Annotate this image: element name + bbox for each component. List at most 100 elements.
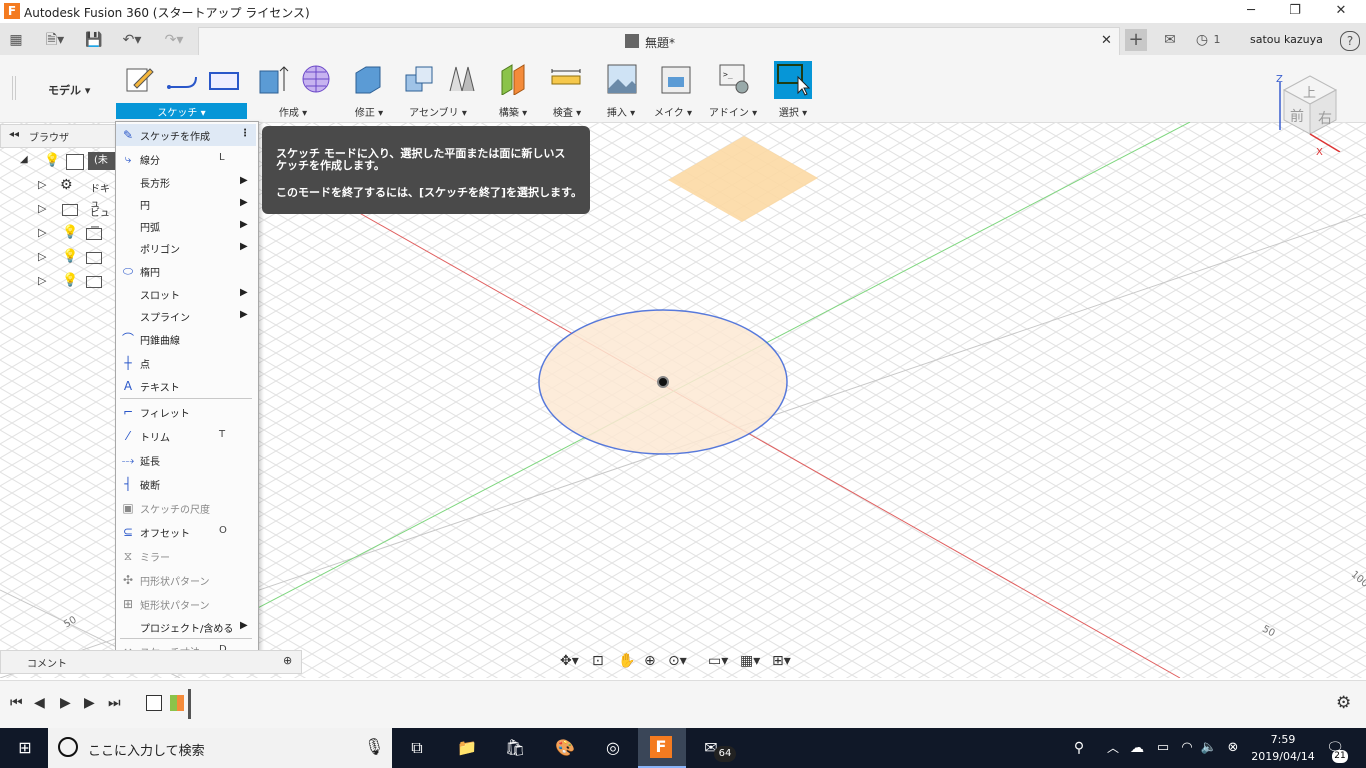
menu-item[interactable]: ⊞ 矩形状パターン: [116, 593, 256, 615]
workspace-selector[interactable]: モデル ▾: [48, 82, 90, 98]
menu-item[interactable]: スロット ▶: [116, 283, 256, 305]
sketch-group-label[interactable]: スケッチ ▾: [116, 104, 247, 119]
browser-row-bodies[interactable]: ▷ 💡: [0, 270, 118, 294]
step-forward-icon[interactable]: ▶: [84, 695, 95, 711]
expand-arrow-icon[interactable]: ▷: [38, 178, 46, 191]
timeline-sketch-feature-icon[interactable]: [146, 695, 162, 711]
battery-icon[interactable]: ▭: [1150, 736, 1176, 760]
insert-group-label[interactable]: 挿入 ▾: [600, 104, 642, 119]
fusion-taskbar-button[interactable]: F: [638, 728, 686, 768]
timeline-settings-icon[interactable]: ⚙: [1336, 693, 1351, 713]
task-view-icon[interactable]: ⧉: [404, 736, 430, 760]
cube-front-face[interactable]: 前: [1290, 106, 1304, 126]
look-at-icon[interactable]: ⊡: [592, 653, 604, 669]
windows-start-icon[interactable]: ⊞: [12, 736, 38, 760]
go-to-end-icon[interactable]: ⏭: [108, 695, 121, 711]
menu-item[interactable]: ✎ スケッチを作成 ⋮: [116, 124, 256, 146]
document-tab[interactable]: 無題* ✕: [198, 27, 1120, 56]
line-tool-button[interactable]: [166, 63, 198, 95]
collapse-browser-icon[interactable]: ◂◂: [9, 129, 19, 140]
more-options-icon[interactable]: ⋮: [240, 128, 250, 139]
rectangle-tool-button[interactable]: [208, 63, 240, 95]
timeline-marker[interactable]: [188, 689, 191, 719]
menu-item[interactable]: ✣ 円形状パターン: [116, 569, 256, 591]
redo-icon[interactable]: ↷▾: [158, 31, 190, 49]
expand-arrow-icon[interactable]: ▷: [38, 274, 46, 287]
user-name[interactable]: satou kazuya: [1250, 33, 1323, 46]
zoom-icon[interactable]: ⊕: [644, 653, 656, 669]
make-group-label[interactable]: メイク ▾: [652, 104, 694, 119]
browser-header[interactable]: ◂◂ ブラウザ: [0, 124, 120, 148]
3d-print-button[interactable]: [660, 63, 692, 95]
scripts-addins-button[interactable]: >_: [718, 63, 750, 95]
select-button[interactable]: [774, 61, 812, 99]
form-button[interactable]: [300, 63, 332, 95]
expand-arrow-icon[interactable]: ▷: [38, 250, 46, 263]
create-group-label[interactable]: 作成 ▾: [268, 104, 318, 119]
app-grid-icon[interactable]: ▦: [6, 31, 26, 49]
cube-top-face[interactable]: 上: [1303, 82, 1316, 101]
modify-group-label[interactable]: 修正 ▾: [344, 104, 394, 119]
onedrive-icon[interactable]: ☁: [1124, 736, 1150, 760]
pan-icon[interactable]: ✋: [618, 653, 635, 669]
menu-item[interactable]: 長方形 ▶: [116, 171, 256, 193]
maximize-button[interactable]: ❐: [1272, 0, 1318, 23]
menu-item[interactable]: ⤏ 延長: [116, 449, 256, 471]
microphone-icon[interactable]: 🎙: [364, 737, 384, 756]
menu-item[interactable]: ┼ 点: [116, 352, 256, 374]
chrome-icon[interactable]: ◎: [600, 736, 626, 760]
menu-item[interactable]: ⬭ 楕円: [116, 260, 256, 282]
play-icon[interactable]: ▶: [60, 695, 71, 711]
undo-icon[interactable]: ↶▾: [116, 31, 148, 49]
store-icon[interactable]: 🛍: [502, 736, 528, 760]
insert-image-button[interactable]: [606, 63, 638, 95]
people-icon[interactable]: ⚲: [1066, 736, 1092, 760]
paint-icon[interactable]: 🎨: [552, 736, 578, 760]
browser-row-root[interactable]: ◢ 💡 (未: [0, 150, 118, 174]
minimize-button[interactable]: ─: [1228, 0, 1274, 23]
go-to-start-icon[interactable]: ⏮: [10, 695, 23, 711]
browser-row-sketches[interactable]: ▷ 💡: [0, 246, 118, 270]
menu-item[interactable]: ▣ スケッチの尺度: [116, 497, 256, 519]
timeline-plane-feature-icon[interactable]: [170, 695, 184, 711]
menu-item[interactable]: ⤷ 線分 L: [116, 148, 256, 170]
taskbar-search-box[interactable]: ここに入力して検索 🎙: [48, 728, 392, 768]
viewports-icon[interactable]: ⊞▾: [772, 653, 791, 669]
browser-row-document-settings[interactable]: ▷ ⚙ ドキュ: [0, 174, 118, 210]
close-window-button[interactable]: ✕: [1318, 0, 1364, 23]
visibility-bulb-icon[interactable]: 💡: [44, 153, 60, 168]
step-back-icon[interactable]: ◀: [34, 695, 45, 711]
new-tab-button[interactable]: +: [1125, 29, 1147, 51]
menu-item[interactable]: プロジェクト/含める ▶: [116, 616, 256, 638]
create-sketch-button[interactable]: [124, 63, 156, 95]
clock-date[interactable]: 2019/04/14: [1244, 750, 1322, 763]
expand-arrow-icon[interactable]: ▷: [38, 202, 46, 215]
comments-bar[interactable]: コメント ⊕: [0, 650, 302, 674]
menu-item[interactable]: ⌒ 円錐曲線: [116, 328, 256, 350]
notifications-icon[interactable]: ✉: [1160, 31, 1180, 49]
visibility-bulb-icon[interactable]: 💡: [62, 273, 78, 288]
volume-icon[interactable]: 🔈: [1196, 736, 1222, 760]
construct-group-label[interactable]: 構築 ▾: [490, 104, 536, 119]
grid-settings-icon[interactable]: ▦▾: [740, 653, 760, 669]
clock-time[interactable]: 7:59: [1256, 733, 1310, 746]
display-settings-icon[interactable]: ▭▾: [708, 653, 728, 669]
menu-item[interactable]: スプライン ▶: [116, 305, 256, 327]
menu-item[interactable]: ⌐ フィレット: [116, 401, 256, 423]
joint-button[interactable]: [446, 63, 478, 95]
measure-button[interactable]: [550, 63, 582, 95]
help-button[interactable]: ?: [1340, 31, 1360, 51]
addins-group-label[interactable]: アドイン ▾: [708, 104, 758, 119]
assemble-group-label[interactable]: アセンブリ ▾: [408, 104, 468, 119]
visibility-bulb-icon[interactable]: 💡: [62, 225, 78, 240]
extrude-button[interactable]: [258, 63, 290, 95]
menu-item[interactable]: ポリゴン ▶: [116, 237, 256, 259]
new-component-button[interactable]: [404, 63, 436, 95]
network-error-icon[interactable]: ⊗: [1220, 736, 1246, 760]
menu-item[interactable]: ┤ 破断: [116, 473, 256, 495]
show-hidden-icons[interactable]: ︿: [1100, 736, 1126, 760]
menu-item[interactable]: 円 ▶: [116, 193, 256, 215]
menu-item[interactable]: 円弧 ▶: [116, 215, 256, 237]
select-group-label[interactable]: 選択 ▾: [770, 104, 816, 119]
browser-row-origin[interactable]: ▷ 💡: [0, 222, 118, 246]
